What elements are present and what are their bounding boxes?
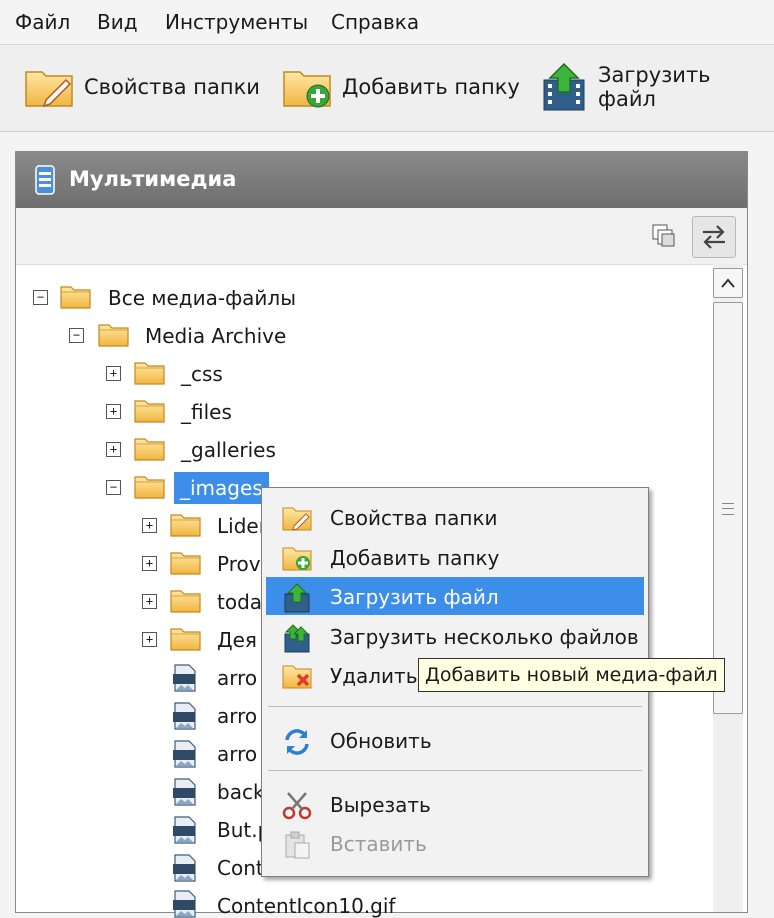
- add-folder-label: Добавить папку: [342, 75, 520, 99]
- folder-icon: [134, 472, 166, 500]
- gif-file-icon: [172, 854, 198, 882]
- upload-icon: [284, 583, 310, 613]
- tree-folder-label[interactable]: _css: [181, 362, 223, 386]
- expand-toggle[interactable]: +: [106, 442, 121, 457]
- folder-icon: [134, 434, 166, 462]
- folder-add-icon: [283, 71, 331, 108]
- swap-arrows-icon: [703, 225, 725, 249]
- menu-view[interactable]: Вид: [97, 10, 138, 34]
- ctx-separator: [268, 706, 642, 707]
- vertical-scrollbar[interactable]: [713, 264, 743, 912]
- folder-properties-button[interactable]: Свойства папки: [24, 59, 260, 115]
- ctx-label: Добавить папку: [330, 546, 500, 570]
- png-file-icon: [172, 816, 198, 844]
- scroll-up-button[interactable]: [713, 268, 743, 298]
- tree-file-label[interactable]: back: [217, 780, 265, 804]
- tree-subfolder-label[interactable]: toda: [217, 590, 262, 614]
- folder-icon: [170, 586, 202, 614]
- menu-tools[interactable]: Инструменты: [165, 10, 308, 34]
- png-file-icon: [172, 702, 198, 730]
- folder-icon: [170, 548, 202, 576]
- ctx-refresh[interactable]: Обновить: [266, 721, 644, 759]
- expand-toggle[interactable]: +: [142, 518, 157, 533]
- png-file-icon: [172, 664, 198, 692]
- add-folder-button[interactable]: Добавить папку: [282, 59, 520, 115]
- expand-toggle[interactable]: +: [106, 366, 121, 381]
- paste-icon: [285, 831, 310, 859]
- ctx-folder-properties[interactable]: Свойства папки: [266, 498, 644, 536]
- tree-folder-label-selected[interactable]: _images: [174, 472, 269, 504]
- tree-root-label[interactable]: Все медиа-файлы: [108, 286, 296, 310]
- ctx-add-folder[interactable]: Добавить папку: [266, 538, 644, 576]
- folder-edit-icon: [282, 507, 312, 531]
- png-file-icon: [172, 778, 198, 806]
- tree-file-label[interactable]: arro: [217, 666, 257, 690]
- panel-title: Мультимедиа: [69, 167, 237, 191]
- expand-toggle[interactable]: +: [142, 632, 157, 647]
- ctx-label: Вставить: [330, 832, 427, 856]
- tree-subfolder-label[interactable]: Дея: [217, 628, 257, 652]
- folder-add-icon: [282, 547, 312, 571]
- refresh-icon: [285, 729, 309, 755]
- multimedia-icon: [35, 165, 55, 195]
- tree-file-label[interactable]: arro: [217, 742, 257, 766]
- ctx-label: Вырезать: [330, 793, 431, 817]
- scissors-icon: [282, 792, 312, 820]
- ctx-cut[interactable]: Вырезать: [266, 785, 644, 823]
- folder-delete-icon: [282, 665, 312, 689]
- toolbar: Свойства папки Добавить папку Загрузить …: [0, 45, 774, 132]
- collapse-toggle[interactable]: −: [69, 328, 84, 343]
- tree-archive-label[interactable]: Media Archive: [145, 324, 286, 348]
- scroll-thumb[interactable]: [713, 302, 743, 714]
- menu-help[interactable]: Справка: [331, 10, 419, 34]
- ctx-separator: [268, 770, 642, 771]
- ctx-paste[interactable]: Вставить: [266, 824, 644, 862]
- tree-folder-label[interactable]: _galleries: [181, 438, 276, 462]
- upload-file-button[interactable]: Загрузить файл: [540, 59, 774, 115]
- ctx-label: Загрузить несколько файлов: [330, 625, 639, 649]
- ctx-label: Загрузить файл: [330, 585, 499, 609]
- panel-header: Мультимедиа: [16, 152, 747, 208]
- windows-icon: [652, 224, 675, 247]
- folder-icon: [134, 396, 166, 424]
- expand-toggle[interactable]: +: [106, 404, 121, 419]
- grip-icon: [722, 503, 734, 515]
- ctx-upload-file[interactable]: Загрузить файл: [266, 577, 644, 615]
- collapse-all-button[interactable]: [643, 216, 685, 256]
- png-file-icon: [172, 740, 198, 768]
- ctx-label: Свойства папки: [330, 506, 498, 530]
- tree-folder-label[interactable]: _files: [181, 400, 232, 424]
- menu-file[interactable]: Файл: [15, 10, 70, 34]
- upload-multiple-icon: [284, 624, 310, 653]
- folder-icon: [170, 624, 202, 652]
- ctx-upload-multiple[interactable]: Загрузить несколько файлов: [266, 617, 644, 655]
- gif-file-icon: [172, 890, 198, 918]
- folder-properties-label: Свойства папки: [84, 75, 260, 99]
- ctx-label: Удалить: [330, 664, 418, 688]
- folder-icon: [170, 510, 202, 538]
- tree-subfolder-label[interactable]: Prov: [217, 552, 261, 576]
- sync-button[interactable]: [692, 216, 736, 258]
- folder-icon: [134, 358, 166, 386]
- folder-icon: [98, 320, 130, 348]
- tree-file-label[interactable]: ContentIcon10.gif: [217, 894, 395, 918]
- upload-file-label: Загрузить файл: [598, 63, 711, 111]
- collapse-toggle[interactable]: −: [33, 290, 48, 305]
- collapse-toggle[interactable]: −: [106, 480, 121, 495]
- panel-toolbar: [16, 208, 747, 265]
- tree-file-label[interactable]: arro: [217, 704, 257, 728]
- expand-toggle[interactable]: +: [142, 556, 157, 571]
- chevron-up-icon: [721, 278, 735, 288]
- ctx-label: Обновить: [330, 729, 432, 753]
- folder-edit-icon: [25, 71, 73, 108]
- upload-icon: [543, 62, 585, 111]
- menu-bar: Файл Вид Инструменты Справка: [0, 0, 774, 45]
- tree-subfolder-label[interactable]: Lider: [217, 514, 267, 538]
- tooltip: Добавить новый медиа-файл: [418, 658, 725, 692]
- expand-toggle[interactable]: +: [142, 594, 157, 609]
- folder-icon: [60, 282, 92, 310]
